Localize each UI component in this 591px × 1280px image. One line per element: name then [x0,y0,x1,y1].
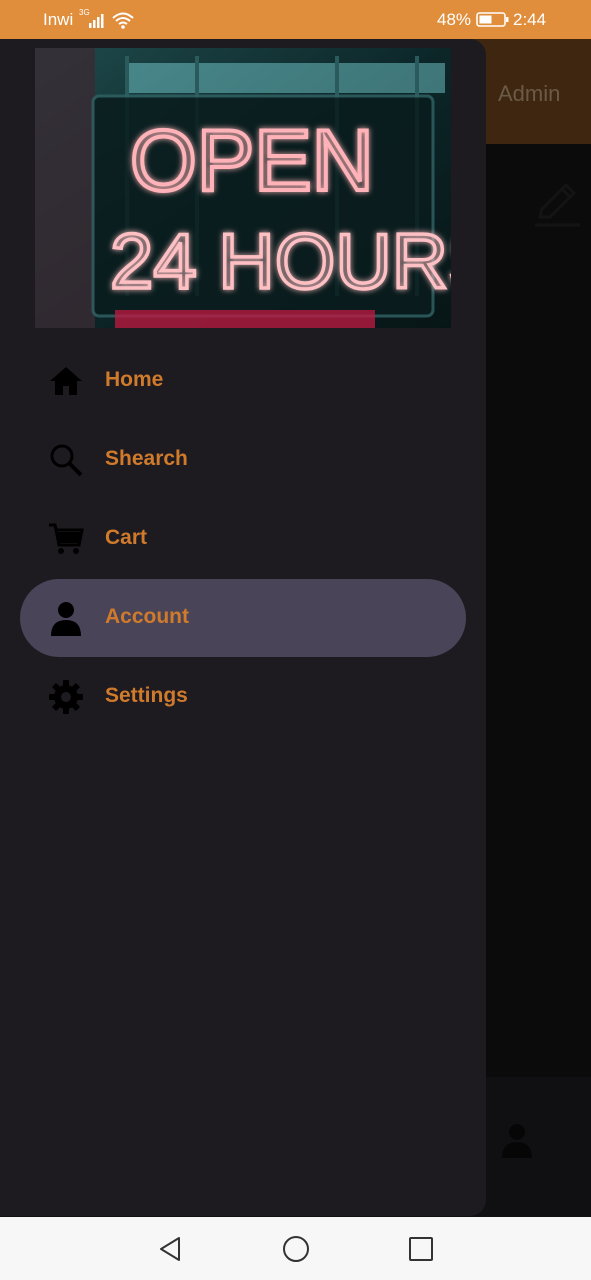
carrier-name: Inwi [43,10,74,29]
nav-item-settings[interactable]: Settings [20,658,466,736]
nav-item-cart[interactable]: Cart [20,500,466,578]
edit-icon [535,182,580,227]
nav-label-home: Home [105,368,164,391]
nav-label-settings: Settings [105,684,188,707]
home-icon [50,367,82,395]
nav-item-search[interactable]: Shearch [20,421,466,499]
nav-item-account[interactable]: Account [20,579,466,657]
nav-label-search: Shearch [105,447,188,470]
navigation-drawer: OPEN 24 HOURS Home Shearch Cart Acc [0,39,486,1216]
battery-percent: 48% [437,10,472,29]
network-type: 3G [79,8,90,17]
account-icon [51,602,81,636]
open-24-hours-sign: OPEN 24 HOURS [35,48,451,328]
nav-item-home[interactable]: Home [20,342,466,420]
person-icon [502,1124,532,1158]
sign-line-open: OPEN [130,113,374,209]
cart-icon [49,523,84,554]
back-icon[interactable] [155,1234,185,1264]
drawer-header-image: OPEN 24 HOURS [35,48,451,328]
background-title: Admin [498,81,561,106]
system-navigation-bar [0,1217,591,1280]
search-icon [50,444,83,477]
battery-icon [476,12,509,27]
signal-wifi-icon: 3G [79,8,134,29]
home-circle-icon[interactable] [281,1234,311,1264]
recents-icon[interactable] [406,1234,436,1264]
nav-label-cart: Cart [105,526,148,549]
settings-icon [49,680,83,714]
status-bar: Inwi 3G 48% 2:44 [0,0,591,39]
clock: 2:44 [513,10,547,29]
nav-label-account: Account [105,605,189,628]
sign-line-24-hours: 24 HOURS [110,217,451,305]
